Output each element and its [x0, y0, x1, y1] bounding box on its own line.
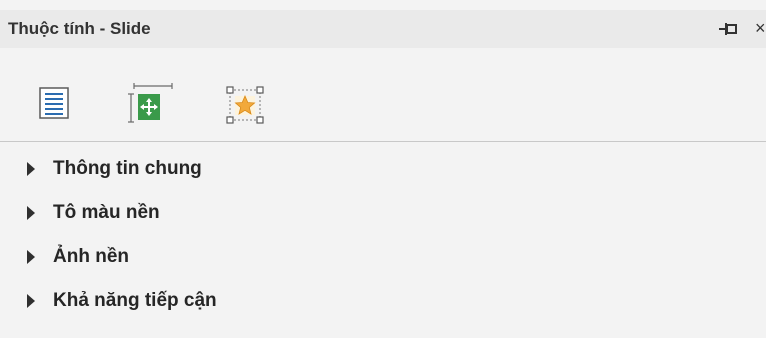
section-background-image[interactable]: Ảnh nền: [0, 240, 766, 274]
pin-icon[interactable]: [716, 20, 738, 38]
pane-title-bar: Thuộc tính - Slide ×: [0, 10, 766, 48]
section-general-info[interactable]: Thông tin chung: [0, 152, 766, 186]
tab-general-properties[interactable]: [36, 82, 82, 128]
properties-pane: Thuộc tính - Slide × Thông tin chung Tô …: [0, 0, 766, 338]
close-icon[interactable]: ×: [755, 17, 766, 39]
tab-strip-divider: [0, 141, 766, 142]
section-label: Thông tin chung: [53, 158, 202, 179]
expand-arrow-icon: [27, 162, 35, 176]
effects-star-icon: [226, 86, 264, 124]
expand-arrow-icon: [27, 250, 35, 264]
section-label: Ảnh nền: [53, 246, 129, 267]
pane-title: Thuộc tính - Slide: [8, 19, 151, 38]
tab-size-position[interactable]: [128, 82, 174, 128]
tab-effects[interactable]: [222, 82, 268, 128]
section-label: Khả năng tiếp cận: [53, 290, 217, 311]
size-position-icon: [128, 83, 173, 123]
section-label: Tô màu nền: [53, 202, 160, 223]
list-properties-icon: [39, 87, 69, 119]
expand-arrow-icon: [27, 294, 35, 308]
section-accessibility[interactable]: Khả năng tiếp cận: [0, 284, 766, 318]
expand-arrow-icon: [27, 206, 35, 220]
section-background-fill[interactable]: Tô màu nền: [0, 196, 766, 230]
